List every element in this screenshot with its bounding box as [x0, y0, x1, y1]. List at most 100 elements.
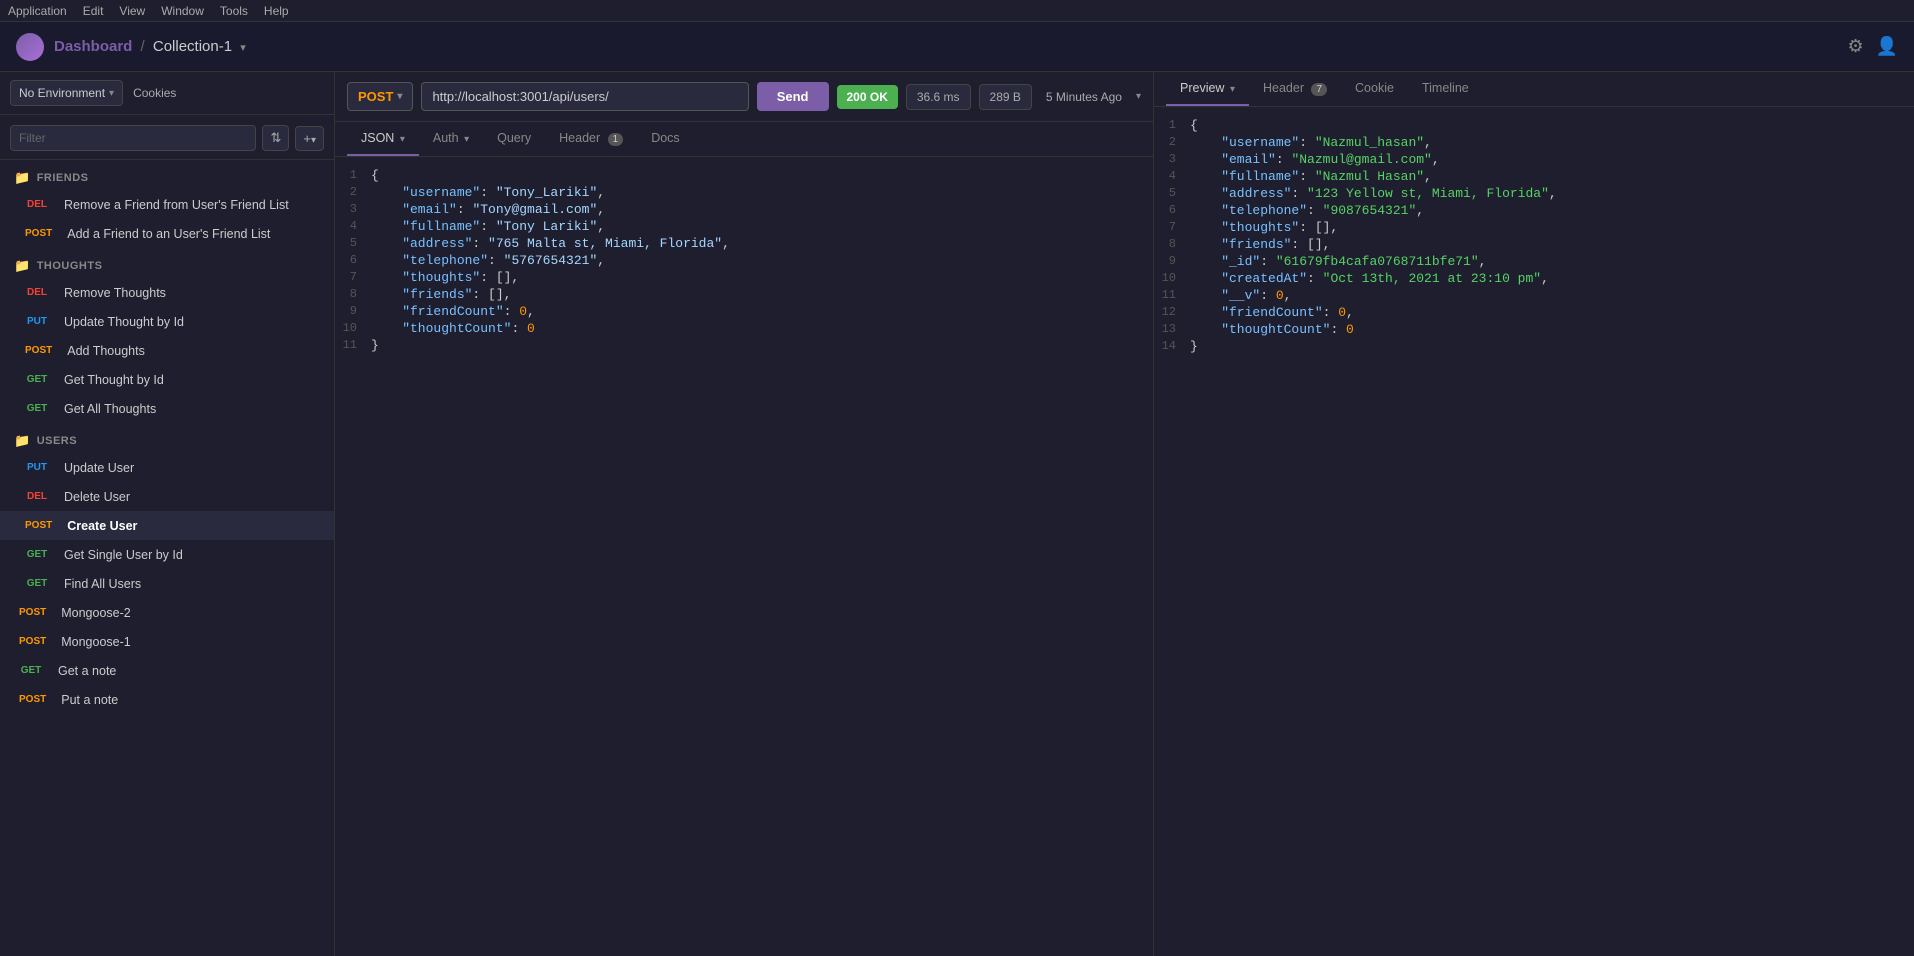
breadcrumb-collection[interactable]: Collection-1: [153, 38, 232, 55]
item-label: Update User: [64, 461, 134, 475]
section-friends[interactable]: 📁 FRIENDS: [0, 160, 334, 190]
sort-button[interactable]: ⇅: [262, 125, 289, 151]
code-line: 5 "address": "123 Yellow st, Miami, Flor…: [1154, 185, 1914, 202]
method-badge-put: PUT: [20, 314, 54, 329]
chevron-down-icon: ▾: [240, 42, 246, 54]
settings-icon[interactable]: ⚙: [1847, 36, 1863, 57]
sidebar-item-remove-thoughts[interactable]: DEL Remove Thoughts: [0, 278, 334, 307]
timestamp-chevron-icon: ▾: [1136, 91, 1141, 102]
request-bar: POST ▾ Send 200 OK 36.6 ms 289 B 5 Minut…: [335, 72, 1153, 122]
item-label: Delete User: [64, 490, 130, 504]
response-time: 36.6 ms: [906, 84, 971, 110]
code-line: 9 "friendCount": 0,: [335, 303, 1153, 320]
tab-preview[interactable]: Preview ▾: [1166, 72, 1249, 106]
env-selector[interactable]: No Environment ▾: [10, 80, 123, 106]
method-badge-post: POST: [14, 605, 51, 620]
tab-json[interactable]: JSON ▾: [347, 122, 419, 156]
code-line: 12 "friendCount": 0,: [1154, 304, 1914, 321]
request-body: 1 { 2 "username": "Tony_Lariki", 3 "emai…: [335, 157, 1153, 956]
item-label: Update Thought by Id: [64, 315, 184, 329]
sidebar-item-update-thought[interactable]: PUT Update Thought by Id: [0, 307, 334, 336]
tab-timeline[interactable]: Timeline: [1408, 72, 1483, 106]
sidebar-item-create-user[interactable]: POST Create User: [0, 511, 334, 540]
folder-icon: 📁: [14, 170, 31, 186]
folder-icon: 📁: [14, 258, 31, 274]
menu-window[interactable]: Window: [161, 4, 204, 18]
method-badge-get: GET: [20, 372, 54, 387]
method-badge-get: GET: [20, 547, 54, 562]
sidebar-item-find-all-users[interactable]: GET Find All Users: [0, 569, 334, 598]
menu-application[interactable]: Application: [8, 4, 67, 18]
sidebar-item-get-all-thoughts[interactable]: GET Get All Thoughts: [0, 394, 334, 423]
send-button[interactable]: Send: [757, 82, 829, 111]
request-panel: POST ▾ Send 200 OK 36.6 ms 289 B 5 Minut…: [335, 72, 1154, 956]
menu-tools[interactable]: Tools: [220, 4, 248, 18]
code-line: 4 "fullname": "Nazmul Hasan",: [1154, 168, 1914, 185]
section-thoughts[interactable]: 📁 THOUGHTS: [0, 248, 334, 278]
tab-header[interactable]: Header 1: [545, 122, 637, 156]
code-line: 11 }: [335, 337, 1153, 354]
code-line: 10 "thoughtCount": 0: [335, 320, 1153, 337]
code-line: 1 {: [335, 167, 1153, 184]
sidebar-item-remove-friend[interactable]: DEL Remove a Friend from User's Friend L…: [0, 190, 334, 219]
item-label: Remove Thoughts: [64, 286, 166, 300]
response-timestamp: 5 Minutes Ago: [1040, 85, 1128, 109]
folder-icon: 📁: [14, 433, 31, 449]
title-bar: Dashboard / Collection-1 ▾ ⚙ 👤: [0, 22, 1914, 72]
tab-preview-arrow: ▾: [1230, 84, 1235, 95]
breadcrumb-dashboard[interactable]: Dashboard: [54, 38, 132, 55]
tab-query[interactable]: Query: [483, 122, 545, 156]
sidebar-item-get-note[interactable]: GET Get a note: [0, 656, 334, 685]
env-chevron-icon: ▾: [109, 88, 114, 99]
sidebar-item-mongoose2[interactable]: POST Mongoose-2: [0, 598, 334, 627]
method-badge-post: POST: [20, 518, 57, 533]
tab-cookie[interactable]: Cookie: [1341, 72, 1408, 106]
sidebar: No Environment ▾ Cookies ⇅ +▾ 📁 FRIENDS …: [0, 72, 335, 956]
menu-view[interactable]: View: [119, 4, 145, 18]
code-line: 3 "email": "Tony@gmail.com",: [335, 201, 1153, 218]
sidebar-item-delete-user[interactable]: DEL Delete User: [0, 482, 334, 511]
tab-response-header[interactable]: Header 7: [1249, 72, 1341, 106]
menu-help[interactable]: Help: [264, 4, 289, 18]
method-badge-put: PUT: [20, 460, 54, 475]
user-icon[interactable]: 👤: [1876, 36, 1898, 57]
code-line: 4 "fullname": "Tony Lariki",: [335, 218, 1153, 235]
sidebar-item-get-thought-by-id[interactable]: GET Get Thought by Id: [0, 365, 334, 394]
item-label: Mongoose-1: [61, 635, 131, 649]
add-button[interactable]: +▾: [295, 126, 324, 151]
method-badge-del: DEL: [20, 197, 54, 212]
tab-docs[interactable]: Docs: [637, 122, 693, 156]
section-users[interactable]: 📁 USERS: [0, 423, 334, 453]
env-label: No Environment: [19, 86, 105, 100]
item-label: Get Single User by Id: [64, 548, 183, 562]
code-line: 13 "thoughtCount": 0: [1154, 321, 1914, 338]
code-line: 8 "friends": [],: [335, 286, 1153, 303]
menu-edit[interactable]: Edit: [83, 4, 104, 18]
app-logo: [16, 33, 44, 61]
response-size: 289 B: [979, 84, 1032, 110]
title-icons: ⚙ 👤: [1847, 36, 1898, 57]
url-input[interactable]: [421, 82, 748, 111]
code-line: 1 {: [1154, 117, 1914, 134]
sidebar-item-get-single-user[interactable]: GET Get Single User by Id: [0, 540, 334, 569]
item-label: Add Thoughts: [67, 344, 145, 358]
sidebar-item-add-friend[interactable]: POST Add a Friend to an User's Friend Li…: [0, 219, 334, 248]
cookies-link[interactable]: Cookies: [133, 86, 176, 100]
item-label: Create User: [67, 519, 137, 533]
sidebar-item-update-user[interactable]: PUT Update User: [0, 453, 334, 482]
method-select[interactable]: POST ▾: [347, 82, 413, 111]
method-badge-post: POST: [14, 692, 51, 707]
sidebar-item-put-note[interactable]: POST Put a note: [0, 685, 334, 714]
search-input[interactable]: [10, 125, 256, 151]
method-badge-del: DEL: [20, 489, 54, 504]
item-label: Get a note: [58, 664, 116, 678]
code-line: 3 "email": "Nazmul@gmail.com",: [1154, 151, 1914, 168]
method-chevron-icon: ▾: [397, 91, 402, 102]
tab-auth[interactable]: Auth ▾: [419, 122, 483, 156]
sidebar-item-mongoose1[interactable]: POST Mongoose-1: [0, 627, 334, 656]
status-badge: 200 OK: [837, 85, 898, 109]
sidebar-content: 📁 FRIENDS DEL Remove a Friend from User'…: [0, 160, 334, 956]
breadcrumb-separator: /: [141, 38, 145, 55]
code-line: 7 "thoughts": [],: [335, 269, 1153, 286]
sidebar-item-add-thoughts[interactable]: POST Add Thoughts: [0, 336, 334, 365]
